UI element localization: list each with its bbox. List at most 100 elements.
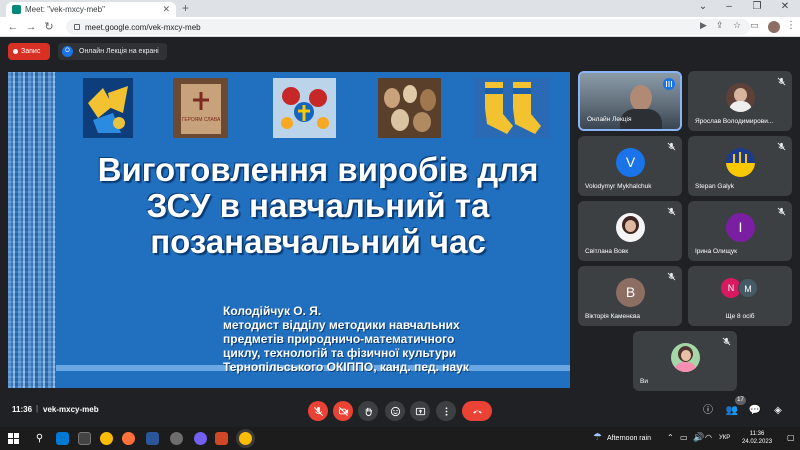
share-icon[interactable]: ⇪ xyxy=(716,20,724,31)
participant-letter-avatar: І xyxy=(726,213,755,242)
raise-hand-button[interactable] xyxy=(358,401,378,421)
presenter-avatar-icon: О xyxy=(62,46,73,57)
participant-head xyxy=(630,85,652,111)
address-bar-row: ← → ↻ meet.google.com/vek-mxcy-meb ▶ ⇪ ☆… xyxy=(0,17,800,37)
tray-overflow-icon[interactable]: ⌃ xyxy=(667,433,674,442)
camera-toggle-button[interactable] xyxy=(333,401,353,421)
activities-icon[interactable]: ◈ xyxy=(771,404,785,418)
camera-in-use-icon[interactable]: ▶ xyxy=(700,20,707,31)
presenting-label: Онлайн Лекція на екрані xyxy=(79,48,159,55)
mic-off-icon xyxy=(667,272,676,281)
slide-image-crafts xyxy=(83,78,133,138)
participant-name: Stepan Galyk xyxy=(695,183,735,190)
more-options-button[interactable] xyxy=(436,401,456,421)
participant-name: Онлайн Лекція xyxy=(587,116,632,123)
raise-hand-icon xyxy=(365,407,372,416)
forward-icon[interactable]: → xyxy=(24,20,38,34)
record-dot-icon xyxy=(13,49,18,54)
author-name: Колодійчук О. Я. xyxy=(223,304,322,318)
browser-tab[interactable]: Meet: "vek-mxcy-meb" ✕ xyxy=(6,2,176,17)
participant-tile[interactable]: В Вікторія Каменєва xyxy=(578,266,682,326)
participant-letter-avatar: В xyxy=(616,278,645,307)
reactions-button[interactable] xyxy=(385,401,405,421)
chrome-active-app-icon[interactable] xyxy=(239,432,252,445)
self-name: Ви xyxy=(640,378,648,385)
participant-tile[interactable]: Світлана Вовк xyxy=(578,201,682,261)
presenting-indicator[interactable]: О Онлайн Лекція на екрані xyxy=(58,43,167,60)
back-icon[interactable]: ← xyxy=(6,20,20,34)
minimize-icon[interactable]: – xyxy=(716,1,742,12)
word-app-icon[interactable] xyxy=(146,432,159,445)
network-icon[interactable]: ▭ xyxy=(680,433,688,442)
shared-screen: ГЕРОЯМ СЛАВА Виготовлення виробів для ЗС… xyxy=(8,72,570,388)
mic-off-icon xyxy=(667,142,676,151)
wifi-icon[interactable]: ◠ xyxy=(705,433,712,442)
present-screen-button[interactable] xyxy=(410,401,430,421)
app-icon[interactable] xyxy=(170,432,183,445)
slide-image-socks xyxy=(473,78,550,138)
firefox-app-icon[interactable] xyxy=(122,432,135,445)
meeting-details-icon[interactable]: ⓘ xyxy=(701,404,715,418)
browser-menu-icon[interactable]: ⋮ xyxy=(786,20,796,31)
participant-tile[interactable]: Ярослав Володимирови... xyxy=(688,71,792,131)
new-tab-icon[interactable]: + xyxy=(182,2,189,15)
windows-start-icon[interactable] xyxy=(8,433,19,444)
window-close-icon[interactable]: ✕ xyxy=(772,1,798,12)
mic-off-icon xyxy=(777,142,786,151)
author-position-3: циклу, технологій та фізичної культури xyxy=(223,346,457,360)
leave-call-button[interactable] xyxy=(462,401,492,421)
recording-button[interactable]: Запис xyxy=(8,43,50,60)
more-participants-tile[interactable]: N M Ще 8 осіб xyxy=(688,266,792,326)
notifications-icon[interactable]: ▢ xyxy=(787,433,795,442)
author-position-2: предметів природничо-математичного xyxy=(223,332,455,346)
book-cover-text: ГЕРОЯМ СЛАВА xyxy=(182,117,221,123)
powerpoint-app-icon[interactable] xyxy=(215,432,228,445)
restore-icon[interactable]: ❐ xyxy=(744,1,770,12)
url-bar[interactable]: meet.google.com/vek-mxcy-meb xyxy=(66,19,750,35)
people-icon[interactable]: 👥 xyxy=(725,404,739,418)
call-end-icon xyxy=(472,410,482,413)
task-view-icon[interactable] xyxy=(78,432,91,445)
trident-icon xyxy=(726,152,755,177)
more-participants-label: Ще 8 осіб xyxy=(725,313,755,320)
slide-image-pottery xyxy=(378,78,441,138)
system-clock[interactable]: 11:36 24.02.2023 xyxy=(742,430,772,446)
participant-tile[interactable]: І Ірина Олищук xyxy=(688,201,792,261)
participant-photo-avatar xyxy=(726,148,755,177)
clock-time: 11:36 xyxy=(749,431,765,437)
participant-tile-presenter[interactable]: Онлайн Лекція xyxy=(578,71,682,131)
weather-text[interactable]: Afternoon rain xyxy=(607,435,651,442)
participant-tile[interactable]: Stepan Galyk xyxy=(688,136,792,196)
recording-label: Запис xyxy=(21,48,41,55)
chat-icon[interactable]: 💬 xyxy=(748,404,762,418)
search-icon[interactable]: ⚲ xyxy=(33,432,46,445)
reload-icon[interactable]: ↻ xyxy=(42,20,56,34)
edge-app-icon[interactable] xyxy=(56,432,69,445)
chrome-app-icon[interactable] xyxy=(100,432,113,445)
participant-name: Ярослав Володимирови... xyxy=(695,118,774,125)
bookmark-star-icon[interactable]: ☆ xyxy=(733,20,741,31)
meeting-controls-bar: 11:36 | vek-mxcy-meb ⓘ 👥 17 💬 ◈ xyxy=(0,393,800,427)
mic-off-icon xyxy=(667,207,676,216)
participant-photo-avatar xyxy=(726,83,755,112)
mic-off-icon xyxy=(722,337,731,346)
author-position-1: методист відділу методики навчальних xyxy=(223,318,460,332)
participant-tile[interactable]: V Volodymyr Mykhalchuk xyxy=(578,136,682,196)
profile-avatar[interactable] xyxy=(768,21,780,33)
language-indicator[interactable]: УКР xyxy=(719,435,730,441)
sidebar-icon[interactable]: ▭ xyxy=(750,20,759,31)
mic-toggle-button[interactable] xyxy=(308,401,328,421)
meeting-code: vek-mxcy-meb xyxy=(43,405,99,414)
author-position-4: Тернопільського ОКІППО, канд. пед. наук xyxy=(223,360,469,374)
participant-letter-avatar: V xyxy=(616,148,645,177)
viber-app-icon[interactable] xyxy=(194,432,207,445)
tab-search-icon[interactable]: ⌄ xyxy=(690,1,716,12)
tab-close-icon[interactable]: ✕ xyxy=(162,4,170,15)
participant-letter-avatar: M xyxy=(738,278,758,298)
lock-icon xyxy=(74,24,80,30)
present-screen-icon xyxy=(415,407,425,415)
weather-icon: ☂ xyxy=(593,432,602,443)
meeting-time: 11:36 xyxy=(12,405,33,414)
self-view-tile[interactable]: Ви xyxy=(633,331,737,391)
volume-icon[interactable]: 🔊 xyxy=(693,432,704,443)
